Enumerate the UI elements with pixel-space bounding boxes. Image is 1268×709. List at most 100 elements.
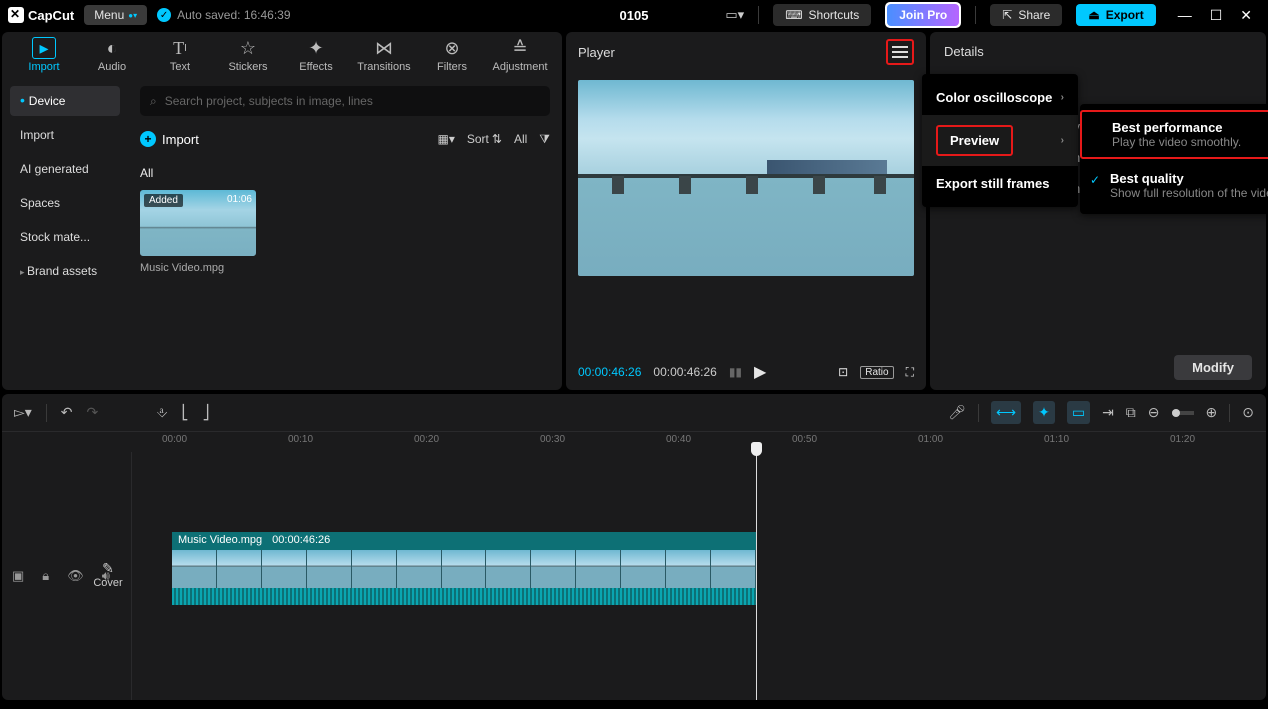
zoom-slider[interactable]	[1172, 411, 1194, 415]
search-input[interactable]: ⌕ Search project, subjects in image, lin…	[140, 86, 550, 116]
player-menu-button[interactable]	[886, 39, 914, 65]
capcut-logo-icon	[8, 7, 24, 23]
details-header: Details	[944, 44, 1252, 59]
sort-button[interactable]: Sort ⇅	[467, 132, 502, 146]
project-title[interactable]: 0105	[620, 8, 649, 23]
tab-text[interactable]: TIText	[146, 37, 214, 73]
title-bar: CapCut Menu ●▾ ✓ Auto saved: 16:46:39 01…	[0, 0, 1268, 30]
playhead[interactable]	[756, 452, 757, 700]
tab-adjustment[interactable]: ≙Adjustment	[486, 37, 554, 73]
sidebar-device[interactable]: Device	[10, 86, 120, 116]
compare-icon[interactable]: ▮▮	[729, 365, 742, 379]
tab-transitions[interactable]: ⋈Transitions	[350, 37, 418, 73]
submenu-best-quality[interactable]: Best quality Show full resolution of the…	[1080, 163, 1268, 208]
player-menu-popup: Color oscilloscope › Preview › Export st…	[922, 74, 1078, 207]
timeline-tracks[interactable]: Music Video.mpg 00:00:46:26	[132, 452, 1266, 700]
menu-export-label: Export still frames	[936, 176, 1049, 191]
preview-submenu: Best performance Play the video smoothly…	[1080, 104, 1268, 214]
video-preview[interactable]	[578, 80, 914, 276]
tab-stickers[interactable]: ☆ Stickers	[214, 37, 282, 73]
export-label: Export	[1106, 8, 1144, 22]
trim-left-tool[interactable]: ⎣	[181, 404, 188, 421]
titlebar-right: ▭▾ ⌨ Shortcuts Join Pro ⇱ Share ⏏ Export…	[725, 2, 1260, 28]
play-icon[interactable]: ▶	[754, 362, 766, 382]
align-icon[interactable]: ⇥	[1102, 404, 1114, 421]
tab-import[interactable]: ▸Import	[10, 37, 78, 73]
import-button[interactable]: + Import	[140, 131, 199, 147]
tab-audio[interactable]: ◐Audio	[78, 37, 146, 73]
tab-stickers-label: Stickers	[228, 61, 267, 73]
clip-panel-icon[interactable]: ▣	[12, 568, 24, 584]
menu-preview-label: Preview	[936, 125, 1013, 156]
chevron-down-icon: ●▾	[128, 11, 137, 20]
clip-header-tc: 00:00:46:26	[272, 534, 330, 548]
clip-name: Music Video.mpg	[140, 262, 256, 274]
pointer-tool[interactable]: ▻▾	[14, 404, 32, 421]
ruler-mark: 00:50	[792, 434, 817, 445]
sidebar-import[interactable]: Import	[10, 120, 120, 150]
effects-icon: ✦	[308, 37, 323, 59]
mic-icon[interactable]: 🎤︎	[948, 404, 966, 421]
search-icon: ⌕	[150, 94, 157, 109]
join-pro-button[interactable]: Join Pro	[887, 4, 959, 26]
crop-icon[interactable]: ⊡	[838, 365, 848, 379]
video-clip[interactable]: Music Video.mpg 00:00:46:26	[172, 532, 756, 605]
snap-button[interactable]: ⟷	[991, 401, 1021, 424]
player-title: Player	[578, 45, 615, 60]
cover-label: Cover	[93, 577, 122, 589]
redo-button[interactable]: ↷	[87, 404, 99, 421]
timeline-ruler[interactable]: 00:00 00:10 00:20 00:30 00:40 00:50 01:0…	[132, 432, 1266, 452]
tab-effects[interactable]: ✦Effects	[282, 37, 350, 73]
trim-right-tool[interactable]: ⎦	[202, 404, 209, 421]
player-controls: 00:00:46:26 00:00:46:26 ▮▮ ▶ ⊡ Ratio ⛶	[566, 352, 926, 390]
menu-export-still[interactable]: Export still frames	[922, 166, 1078, 201]
ruler-mark: 00:30	[540, 434, 565, 445]
modify-button[interactable]: Modify	[1174, 355, 1252, 380]
preview-axis-button[interactable]: ▭	[1067, 401, 1090, 424]
overlap-icon[interactable]: ⧉	[1126, 404, 1136, 421]
stickers-icon: ☆	[240, 37, 256, 59]
shortcuts-button[interactable]: ⌨ Shortcuts	[773, 4, 871, 26]
tab-filters-label: Filters	[437, 61, 467, 73]
lock-icon[interactable]: 🔒︎	[42, 568, 49, 584]
cover-button[interactable]: ✎ Cover	[90, 560, 126, 589]
sidebar-stock[interactable]: Stock mate...	[10, 222, 120, 252]
join-pro-wrap[interactable]: Join Pro	[885, 2, 961, 28]
minimize-icon[interactable]: —	[1178, 7, 1192, 24]
fullscreen-icon[interactable]: ⛶	[906, 365, 914, 380]
zoom-out-icon[interactable]: ⊖	[1148, 404, 1160, 421]
close-icon[interactable]: ✕	[1240, 7, 1252, 24]
menu-color-oscilloscope[interactable]: Color oscilloscope ›	[922, 80, 1078, 115]
brand-text: CapCut	[28, 8, 74, 23]
ratio-button[interactable]: Ratio	[860, 366, 893, 379]
maximize-icon[interactable]: ☐	[1210, 7, 1223, 24]
zoom-in-icon[interactable]: ⊕	[1206, 404, 1218, 421]
filter-all-button[interactable]: All	[514, 132, 527, 146]
split-tool[interactable]: ⎀	[156, 404, 167, 421]
menu-color-label: Color oscilloscope	[936, 90, 1052, 105]
ruler-mark: 00:10	[288, 434, 313, 445]
export-button[interactable]: ⏏ Export	[1076, 4, 1155, 26]
sidebar-ai[interactable]: AI generated	[10, 154, 120, 184]
plus-icon: +	[140, 131, 156, 147]
undo-button[interactable]: ↶	[61, 404, 73, 421]
media-clip[interactable]: Added 01:06 Music Video.mpg	[140, 190, 256, 274]
chevron-right-icon: ›	[1061, 92, 1064, 103]
sidebar-spaces[interactable]: Spaces	[10, 188, 120, 218]
track-headers: ▣ 🔒︎ 👁︎ 🔊︎ ✎ Cover	[2, 452, 132, 700]
filter-icon[interactable]: ⧩	[539, 132, 550, 147]
timecode-current: 00:00:46:26	[578, 365, 641, 379]
menu-preview[interactable]: Preview ›	[922, 115, 1078, 166]
linkage-button[interactable]: ✦	[1033, 401, 1055, 424]
share-button[interactable]: ⇱ Share	[990, 4, 1062, 26]
view-grid-button[interactable]: ▦▾	[437, 132, 454, 146]
shortcuts-label: Shortcuts	[809, 8, 860, 22]
layout-icon[interactable]: ▭▾	[725, 7, 744, 23]
menu-button[interactable]: Menu ●▾	[84, 5, 147, 25]
zoom-fit-icon[interactable]: ⊙	[1242, 404, 1254, 421]
submenu-best-performance[interactable]: Best performance Play the video smoothly…	[1080, 110, 1268, 159]
tab-import-label: Import	[28, 61, 59, 73]
sidebar-brand[interactable]: Brand assets	[10, 256, 120, 286]
tab-filters[interactable]: ⊗Filters	[418, 37, 486, 73]
eye-icon[interactable]: 👁︎	[67, 568, 84, 584]
